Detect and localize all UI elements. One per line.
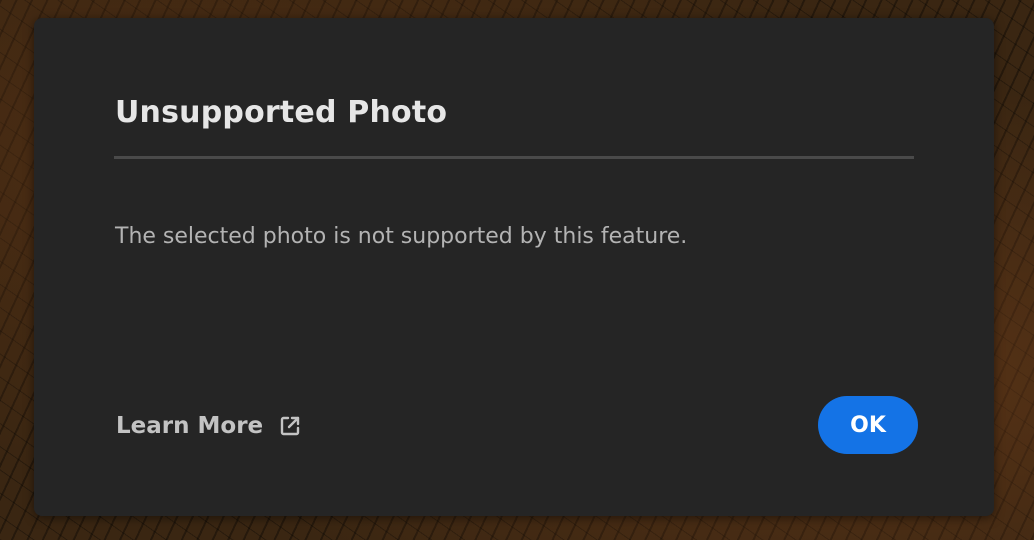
learn-more-link[interactable]: Learn More [116,410,301,442]
unsupported-photo-dialog: Unsupported Photo The selected photo is … [34,18,994,516]
external-link-icon [279,415,301,437]
dialog-title: Unsupported Photo [115,95,448,130]
title-divider [114,156,914,159]
ok-button[interactable]: OK [818,396,918,454]
learn-more-label: Learn More [116,413,264,439]
dialog-message: The selected photo is not supported by t… [115,224,688,249]
